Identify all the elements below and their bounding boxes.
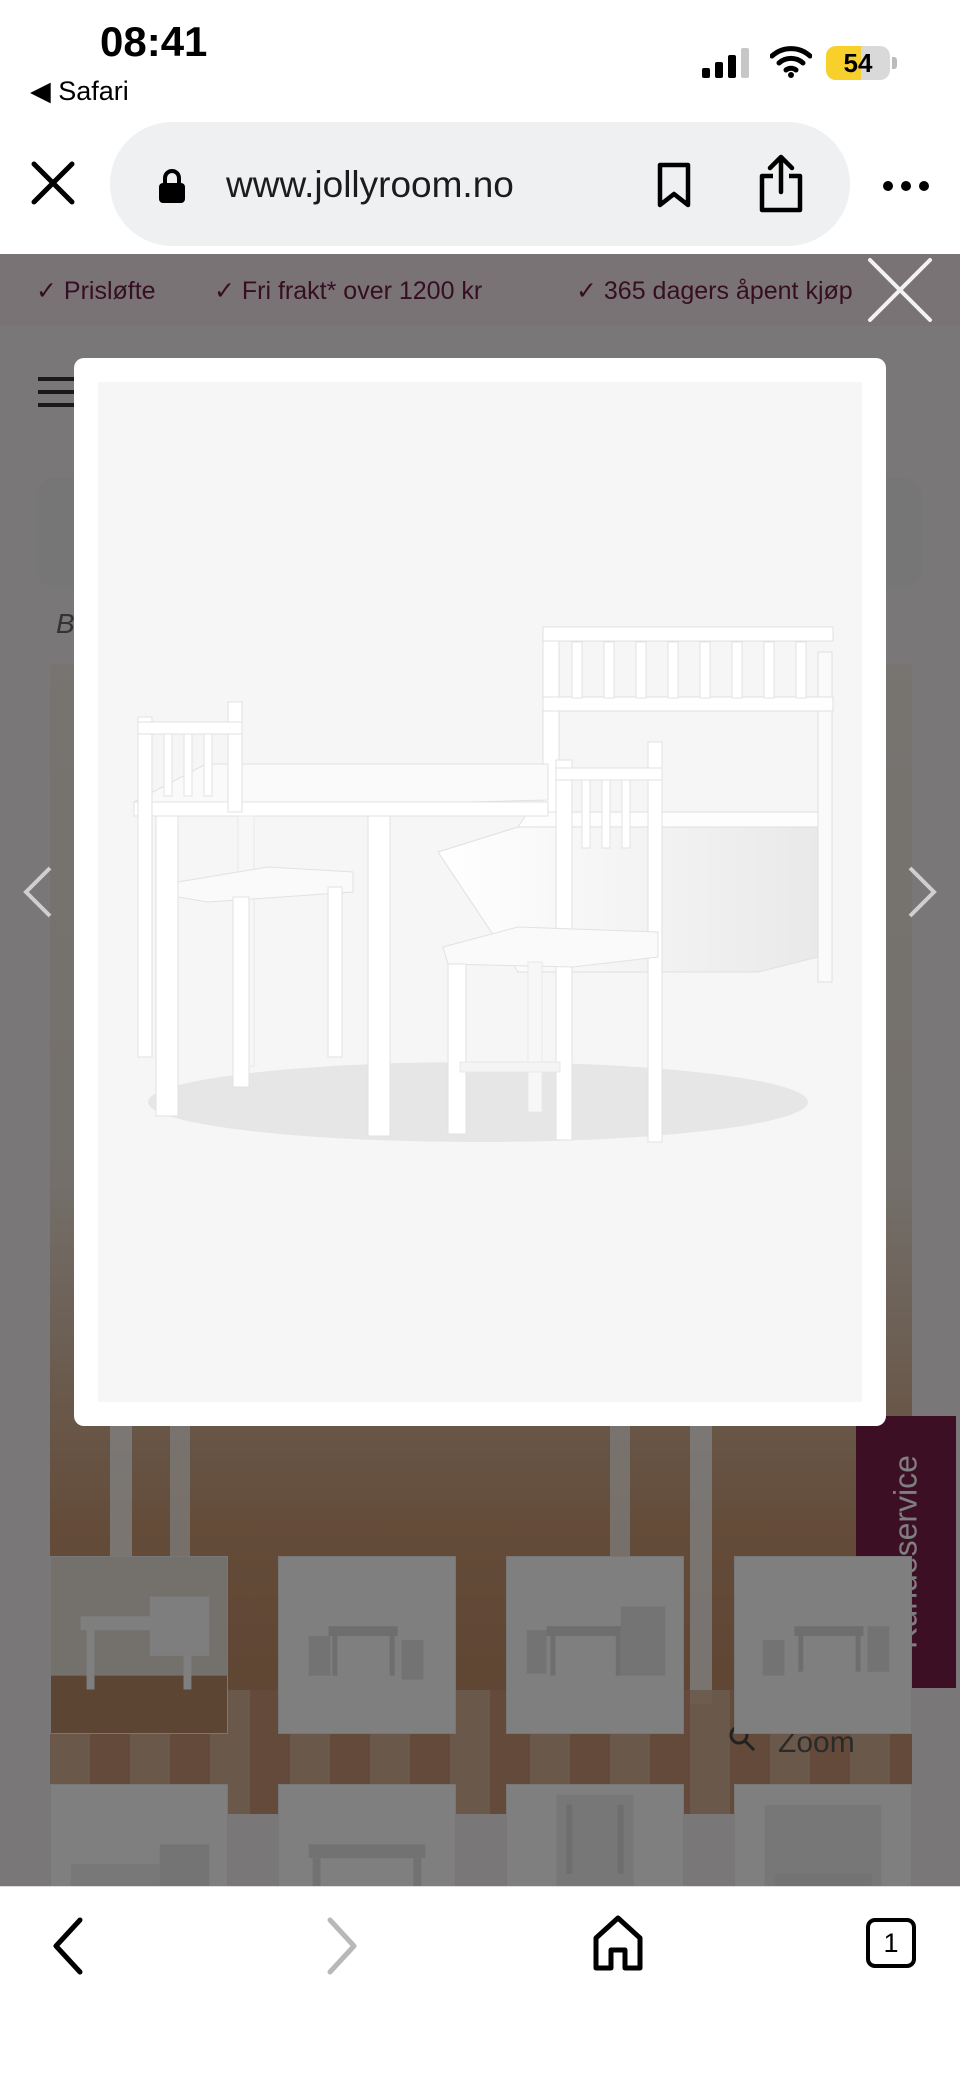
cellular-signal-icon xyxy=(702,48,749,78)
lock-icon xyxy=(159,169,185,203)
back-to-safari-link[interactable]: ◀ Safari xyxy=(30,76,129,107)
screen: { "status_bar": { "time": "08:41", "back… xyxy=(0,0,960,2078)
chevron-right-icon[interactable] xyxy=(906,864,938,920)
chevron-right-icon xyxy=(327,1917,357,1975)
status-time: 08:41 xyxy=(100,18,208,65)
url-text[interactable]: www.jollyroom.no xyxy=(226,164,514,206)
more-icon[interactable] xyxy=(882,180,930,192)
chevron-left-icon[interactable] xyxy=(50,1916,86,1976)
tabs-count[interactable]: 1 xyxy=(870,1922,912,1964)
tabs-icon[interactable]: 1 xyxy=(866,1918,916,1968)
bookmark-icon[interactable] xyxy=(654,162,694,208)
product-image-large[interactable] xyxy=(98,382,862,1402)
home-icon[interactable] xyxy=(592,1914,644,1972)
close-icon[interactable] xyxy=(30,160,76,206)
close-icon[interactable] xyxy=(866,256,934,324)
share-icon[interactable] xyxy=(756,154,806,214)
chevron-left-icon[interactable] xyxy=(22,864,54,920)
product-image-furniture xyxy=(132,626,834,1143)
battery-level: 54 xyxy=(843,48,873,78)
wifi-icon xyxy=(770,46,812,78)
browser-toolbar xyxy=(0,1886,960,2078)
battery-indicator: 54 xyxy=(826,46,898,80)
